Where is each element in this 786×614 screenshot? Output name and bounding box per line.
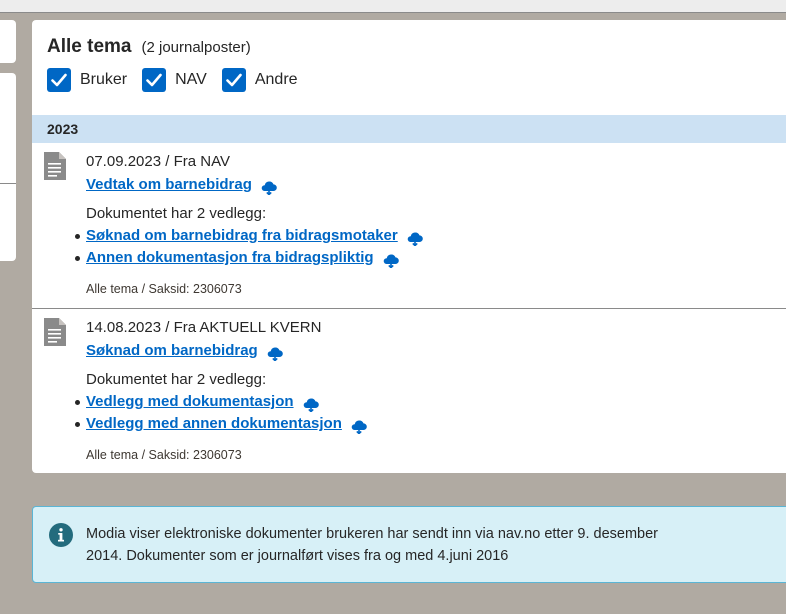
checkmark-icon [146, 73, 162, 87]
checkbox-andre[interactable] [221, 68, 246, 92]
cloud-download-icon[interactable] [406, 232, 424, 247]
document-link[interactable]: Søknad om barnebidrag [86, 342, 284, 362]
filter-nav[interactable]: NAV [142, 68, 207, 92]
entry-date-sender: 07.09.2023 / Fra NAV [86, 153, 230, 170]
checkmark-icon [51, 73, 67, 87]
cloud-download-icon[interactable] [350, 420, 368, 435]
cloud-download-icon[interactable] [260, 181, 278, 196]
document-icon [44, 318, 66, 346]
journal-entry: 14.08.2023 / Fra AKTUELL KVERN Søknad om… [32, 309, 786, 473]
journal-count: (2 journalposter) [141, 39, 251, 56]
cloud-download-icon[interactable] [382, 254, 400, 269]
attachment-link[interactable]: Vedlegg med annen dokumentasjon [86, 415, 342, 432]
checkmark-icon [226, 73, 242, 87]
page-title: Alle tema [47, 36, 132, 57]
filter-label: Andre [254, 71, 298, 88]
attachment-count-text: Dokumentet har 2 vedlegg: [86, 205, 267, 222]
year-header: 2023 [32, 115, 786, 143]
document-icon [44, 152, 66, 180]
panel-header: Alle tema (2 journalposter) [47, 36, 251, 58]
entry-meta: Alle tema / Saksid: 2306073 [86, 448, 242, 462]
attachment-link[interactable]: Vedlegg med dokumentasjon [86, 393, 294, 410]
left-panel-card-top [0, 20, 16, 63]
document-link-label: Søknad om barnebidrag [86, 342, 258, 359]
info-alert: Modia viser elektroniske dokumenter bruk… [32, 506, 786, 583]
checkbox-nav[interactable] [142, 68, 167, 92]
year-label: 2023 [47, 121, 79, 137]
info-icon [49, 523, 73, 547]
checkbox-bruker[interactable] [47, 68, 71, 92]
list-item: Annen dokumentasjon fra bidragspliktig [75, 249, 424, 271]
journal-panel: Alle tema (2 journalposter) Bruker NAV An… [32, 20, 786, 473]
top-strip [0, 0, 786, 13]
info-text: Modia viser elektroniske dokumenter bruk… [86, 523, 776, 567]
filter-label: NAV [175, 71, 207, 88]
list-item: Vedlegg med dokumentasjon [75, 393, 368, 415]
entry-meta: Alle tema / Saksid: 2306073 [86, 282, 242, 296]
attachment-list: Søknad om barnebidrag fra bidragsmotaker… [75, 227, 424, 271]
document-link-label: Vedtak om barnebidrag [86, 176, 252, 193]
entry-date-sender: 14.08.2023 / Fra AKTUELL KVERN [86, 319, 322, 336]
filter-andre[interactable]: Andre [221, 68, 298, 92]
cloud-download-icon[interactable] [266, 347, 284, 362]
document-link[interactable]: Vedtak om barnebidrag [86, 176, 278, 196]
journal-entry: 07.09.2023 / Fra NAV Vedtak om barnebidr… [32, 143, 786, 309]
list-item: Søknad om barnebidrag fra bidragsmotaker [75, 227, 424, 249]
filter-group: Bruker NAV Andre [47, 68, 313, 92]
left-panel-card [0, 73, 16, 261]
filter-bruker[interactable]: Bruker [47, 68, 127, 92]
attachment-count-text: Dokumentet har 2 vedlegg: [86, 371, 267, 388]
filter-label: Bruker [80, 71, 128, 88]
list-item: Vedlegg med annen dokumentasjon [75, 415, 368, 437]
info-text-line: 2014. Dokumenter som er journalført vise… [86, 548, 509, 564]
info-text-line: Modia viser elektroniske dokumenter bruk… [86, 526, 658, 542]
cloud-download-icon[interactable] [302, 398, 320, 413]
attachment-list: Vedlegg med dokumentasjon Vedlegg med an… [75, 393, 368, 437]
attachment-link[interactable]: Annen dokumentasjon fra bidragspliktig [86, 249, 374, 266]
divider [0, 183, 16, 184]
attachment-link[interactable]: Søknad om barnebidrag fra bidragsmotaker [86, 227, 398, 244]
